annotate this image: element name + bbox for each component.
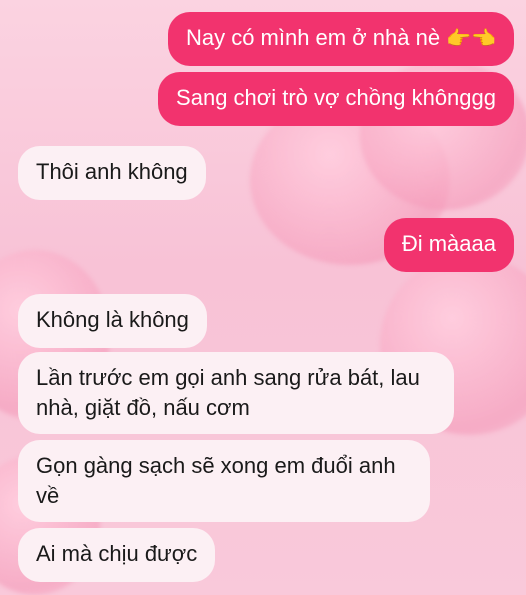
- received-message-bubble[interactable]: Gọn gàng sạch sẽ xong em đuổi anh về: [18, 440, 430, 522]
- message-text: Không là không: [36, 307, 189, 332]
- message-text: Đi màaaa: [401, 231, 496, 256]
- message-text: Sang chơi trò vợ chồng khônggg: [176, 85, 496, 110]
- received-message-bubble[interactable]: Thôi anh không: [18, 146, 206, 200]
- sent-message-bubble[interactable]: Đi màaaa: [383, 218, 514, 272]
- message-text: Nay có mình em ở nhà nè: [185, 25, 441, 50]
- message-text: Ai mà chịu được: [36, 541, 198, 566]
- pointing-hands-emoji-icon: 👉👈: [446, 26, 496, 50]
- message-text: Lần trước em gọi anh sang rửa bát, lau n…: [36, 365, 420, 420]
- received-message-bubble[interactable]: Ai mà chịu được: [18, 528, 216, 582]
- message-text: Gọn gàng sạch sẽ xong em đuổi anh về: [36, 453, 396, 508]
- sent-message-bubble[interactable]: Nay có mình em ở nhà nè 👉👈: [167, 12, 514, 66]
- received-message-bubble[interactable]: Không là không: [18, 294, 207, 348]
- received-message-bubble[interactable]: Lần trước em gọi anh sang rửa bát, lau n…: [18, 352, 454, 434]
- sent-message-bubble[interactable]: Sang chơi trò vợ chồng khônggg: [158, 72, 514, 126]
- message-text: Thôi anh không: [36, 159, 188, 184]
